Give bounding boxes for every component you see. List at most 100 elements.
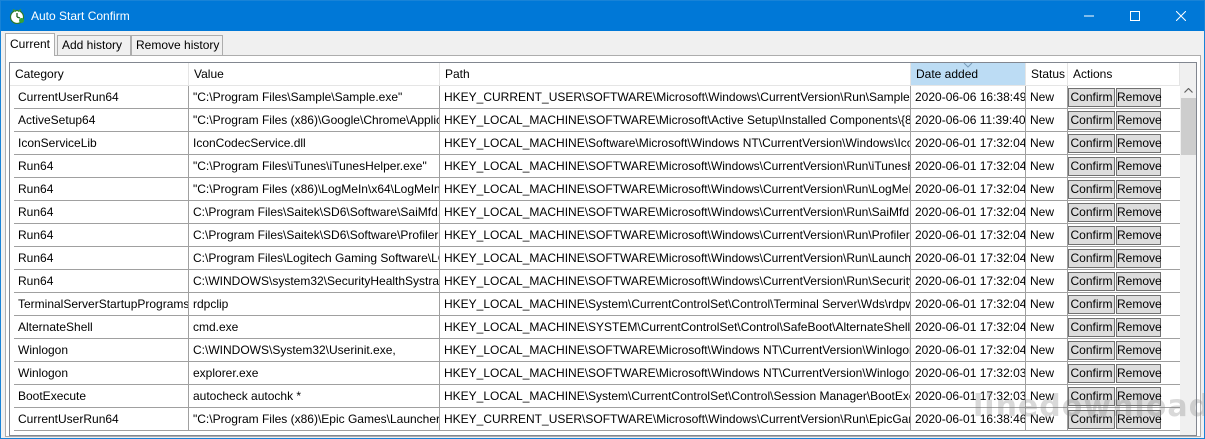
cell-category: Run64 [14, 270, 189, 293]
confirm-button[interactable]: Confirm [1068, 272, 1115, 291]
column-header-category[interactable]: Category [10, 63, 189, 86]
minimize-button[interactable] [1066, 1, 1112, 31]
tab-remove-history[interactable]: Remove history [131, 35, 223, 55]
tab-current[interactable]: Current [5, 33, 55, 56]
remove-button[interactable]: Remove [1116, 180, 1162, 199]
confirm-button[interactable]: Confirm [1068, 364, 1115, 383]
cell-category: Winlogon [14, 339, 189, 362]
confirm-button[interactable]: Confirm [1068, 226, 1115, 245]
cell-date-added: 2020-06-01 17:32:04 [911, 201, 1026, 224]
scroll-thumb[interactable] [1181, 98, 1196, 155]
cell-category: AlternateShell [14, 316, 189, 339]
confirm-button[interactable]: Confirm [1068, 341, 1115, 360]
cell-date-added: 2020-06-01 17:32:03 [911, 362, 1026, 385]
table-row[interactable]: IconServiceLib IconCodecService.dll HKEY_L… [10, 132, 1180, 155]
autostart-grid: Category Value Path Date added Status Ac… [9, 62, 1197, 436]
cell-value: "C:\Program Files (x86)\Google\Chrome\Ap… [189, 109, 440, 132]
confirm-button[interactable]: Confirm [1068, 410, 1115, 429]
table-row[interactable]: CurrentUserRun64 "C:\Program Files (x86)\… [10, 408, 1180, 431]
confirm-button[interactable]: Confirm [1068, 111, 1115, 130]
table-row[interactable]: ActiveSetup64 "C:\Program Files (x86)\Goo… [10, 109, 1180, 132]
cell-date-added: 2020-06-01 17:32:03 [911, 385, 1026, 408]
cell-status: New [1026, 316, 1068, 339]
remove-button[interactable]: Remove [1116, 226, 1162, 245]
chevron-up-icon [1184, 82, 1193, 96]
cell-date-added: 2020-06-01 17:32:04 [911, 270, 1026, 293]
column-header-status[interactable]: Status [1026, 63, 1068, 86]
remove-button[interactable]: Remove [1116, 88, 1162, 107]
cell-path: HKEY_LOCAL_MACHINE\SOFTWARE\Microsoft\Wi… [440, 247, 911, 270]
cell-date-added: 2020-06-01 17:32:04 [911, 293, 1026, 316]
table-row[interactable]: TerminalServerStartupPrograms rdpclip HKEY… [10, 293, 1180, 316]
cell-value: C:\Program Files\Saitek\SD6\Software\Sai… [189, 201, 440, 224]
table-row[interactable]: BootExecute autocheck autochk * HKEY_LOCAL… [10, 385, 1180, 408]
cell-category: TerminalServerStartupPrograms [14, 293, 189, 316]
cell-value: C:\Program Files\Saitek\SD6\Software\Pro… [189, 224, 440, 247]
confirm-button[interactable]: Confirm [1068, 387, 1115, 406]
table-row[interactable]: CurrentUserRun64 "C:\Program Files\Sample… [10, 86, 1180, 109]
remove-button[interactable]: Remove [1116, 272, 1162, 291]
cell-path: HKEY_CURRENT_USER\SOFTWARE\Microsoft\Win… [440, 86, 911, 109]
remove-button[interactable]: Remove [1116, 364, 1162, 383]
confirm-button[interactable]: Confirm [1068, 134, 1115, 153]
remove-button[interactable]: Remove [1116, 111, 1162, 130]
cell-date-added: 2020-06-01 17:32:04 [911, 247, 1026, 270]
confirm-button[interactable]: Confirm [1068, 318, 1115, 337]
remove-button[interactable]: Remove [1116, 410, 1162, 429]
title-bar[interactable]: Auto Start Confirm [1, 1, 1204, 31]
remove-button[interactable]: Remove [1116, 157, 1162, 176]
cell-actions: Confirm Remove [1068, 178, 1180, 201]
cell-actions: Confirm Remove [1068, 408, 1180, 431]
tab-add-history[interactable]: Add history [57, 35, 131, 55]
cell-category: Run64 [14, 247, 189, 270]
remove-button[interactable]: Remove [1116, 341, 1162, 360]
table-row[interactable]: Winlogon explorer.exe HKEY_LOCAL_MACHINE\S… [10, 362, 1180, 385]
confirm-button[interactable]: Confirm [1068, 203, 1115, 222]
table-row[interactable]: Winlogon C:\WINDOWS\System32\Userinit.exe… [10, 339, 1180, 362]
remove-button[interactable]: Remove [1116, 134, 1162, 153]
cell-category: Run64 [14, 155, 189, 178]
cell-status: New [1026, 132, 1068, 155]
remove-button[interactable]: Remove [1116, 203, 1162, 222]
cell-path: HKEY_LOCAL_MACHINE\SOFTWARE\Microsoft\Wi… [440, 224, 911, 247]
table-row[interactable]: Run64 C:\WINDOWS\system32\SecurityHealthS… [10, 270, 1180, 293]
table-row[interactable]: AlternateShell cmd.exe HKEY_LOCAL_MACHINE\… [10, 316, 1180, 339]
remove-button[interactable]: Remove [1116, 387, 1162, 406]
table-row[interactable]: Run64 C:\Program Files\Saitek\SD6\Softwar… [10, 224, 1180, 247]
close-button[interactable] [1158, 1, 1204, 31]
cell-path: HKEY_LOCAL_MACHINE\System\CurrentControl… [440, 293, 911, 316]
table-row[interactable]: Run64 C:\Program Files\Saitek\SD6\Softwar… [10, 201, 1180, 224]
cell-value: cmd.exe [189, 316, 440, 339]
confirm-button[interactable]: Confirm [1068, 157, 1115, 176]
cell-category: CurrentUserRun64 [14, 408, 189, 431]
column-header-value[interactable]: Value [189, 63, 440, 86]
maximize-button[interactable] [1112, 1, 1158, 31]
cell-actions: Confirm Remove [1068, 201, 1180, 224]
confirm-button[interactable]: Confirm [1068, 180, 1115, 199]
column-header-date-added[interactable]: Date added [911, 63, 1026, 86]
column-header-actions[interactable]: Actions [1068, 63, 1180, 86]
cell-path: HKEY_LOCAL_MACHINE\SOFTWARE\Microsoft\Wi… [440, 270, 911, 293]
cell-status: New [1026, 293, 1068, 316]
sort-descending-icon [963, 63, 973, 68]
remove-button[interactable]: Remove [1116, 318, 1162, 337]
maximize-icon [1130, 11, 1140, 21]
cell-actions: Confirm Remove [1068, 247, 1180, 270]
confirm-button[interactable]: Confirm [1068, 249, 1115, 268]
cell-status: New [1026, 270, 1068, 293]
table-row[interactable]: Run64 "C:\Program Files\iTunes\iTunesHelp… [10, 155, 1180, 178]
confirm-button[interactable]: Confirm [1068, 295, 1115, 314]
table-row[interactable]: Run64 "C:\Program Files (x86)\LogMeIn\x64… [10, 178, 1180, 201]
remove-button[interactable]: Remove [1116, 249, 1162, 268]
remove-button[interactable]: Remove [1116, 295, 1162, 314]
column-header-path[interactable]: Path [440, 63, 911, 86]
table-row[interactable]: Run64 C:\Program Files\Logitech Gaming So… [10, 247, 1180, 270]
cell-date-added: 2020-06-01 17:32:04 [911, 132, 1026, 155]
cell-path: HKEY_LOCAL_MACHINE\SOFTWARE\Microsoft\Wi… [440, 201, 911, 224]
cell-value: autocheck autochk * [189, 385, 440, 408]
cell-actions: Confirm Remove [1068, 86, 1180, 109]
vertical-scrollbar[interactable] [1180, 63, 1196, 435]
cell-status: New [1026, 155, 1068, 178]
confirm-button[interactable]: Confirm [1068, 88, 1115, 107]
scroll-up-button[interactable] [1180, 80, 1196, 97]
